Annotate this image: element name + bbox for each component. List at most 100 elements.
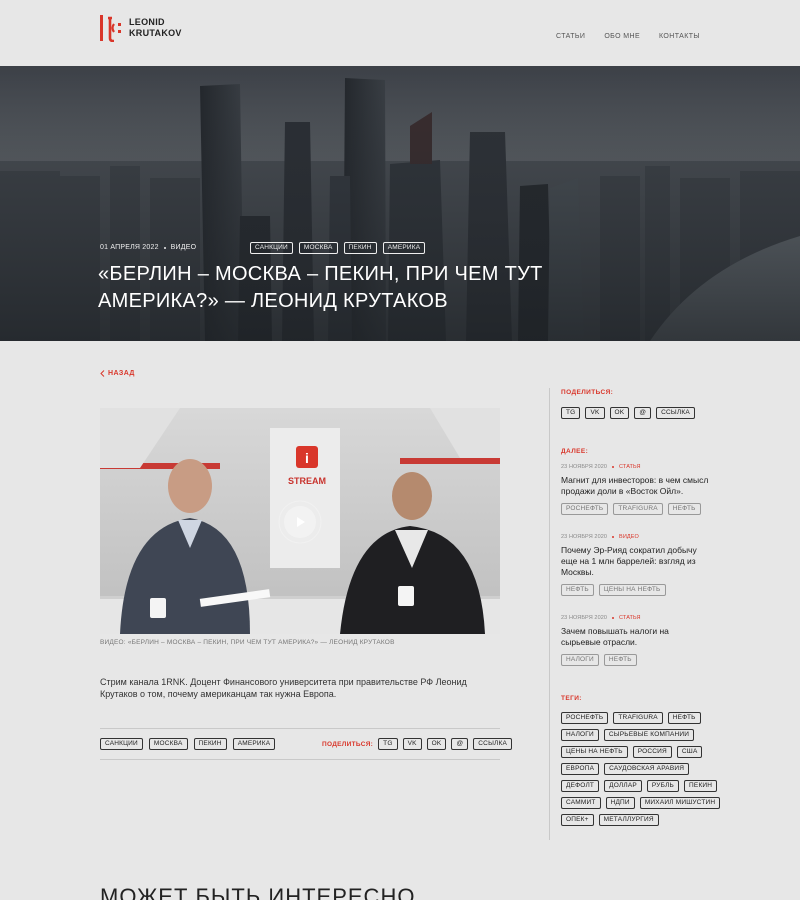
tag-cloud-item[interactable]: НЕФТЬ [667, 712, 701, 724]
site-logo[interactable]: LEONID KRUTAKOV [99, 14, 182, 42]
sidebar-article-meta: 23 НОЯБРЯ 2020 СТАТЬЯ [561, 464, 741, 470]
sidebar-share-buttons: TG VK OK @ ССЫЛКА [561, 407, 741, 419]
share-ok-button[interactable]: OK [609, 407, 630, 419]
chevron-left-icon [100, 370, 105, 377]
hero-banner: 01 АПРЕЛЯ 2022 ВИДЕО САНКЦИИ МОСКВА ПЕКИ… [0, 66, 800, 341]
sidebar-next-label: ДАЛЕЕ: [561, 448, 589, 455]
sidebar-article-tag[interactable]: НЕФТЬ [667, 503, 701, 515]
tag-cloud-item[interactable]: НАЛОГИ [561, 729, 599, 741]
tag-cloud-item[interactable]: САУДОВСКАЯ АРАВИЯ [604, 763, 690, 775]
divider [100, 728, 500, 729]
article-tag[interactable]: ПЕКИН [193, 738, 227, 750]
sidebar-article-type: СТАТЬЯ [619, 464, 641, 470]
sidebar-article-tag[interactable]: ЦЕНЫ НА НЕФТЬ [598, 584, 666, 596]
article-tag[interactable]: МОСКВА [148, 738, 188, 750]
share-vk-button[interactable]: VK [402, 738, 422, 750]
sidebar-article[interactable]: 23 НОЯБРЯ 2020 СТАТЬЯ Зачем повышать нал… [561, 615, 741, 666]
share-link-button[interactable]: ССЫЛКА [473, 738, 513, 750]
meta-separator-dot [612, 536, 615, 538]
tag-cloud-item[interactable]: РУБЛЬ [646, 780, 680, 792]
meta-separator-dot [612, 617, 615, 619]
sidebar-article-tag[interactable]: НАЛОГИ [561, 654, 599, 666]
sidebar-article-title[interactable]: Зачем повышать налоги на сырьевые отрасл… [561, 626, 691, 648]
tag-cloud-item[interactable]: ОПЕК+ [561, 814, 594, 826]
share-telegram-button[interactable]: TG [378, 738, 398, 750]
sidebar-article-tag[interactable]: TRAFIGURA [613, 503, 663, 515]
sidebar-share: ПОДЕЛИТЬСЯ: TG VK OK @ ССЫЛКА [561, 389, 741, 419]
main-nav: СТАТЬИ ОБО МНЕ КОНТАКТЫ [556, 33, 700, 40]
sidebar-article-title[interactable]: Почему Эр-Рияд сократил добычу еще на 1 … [561, 545, 711, 578]
share-vk-button[interactable]: VK [585, 407, 605, 419]
site-header: LEONID KRUTAKOV СТАТЬИ ОБО МНЕ КОНТАКТЫ [0, 0, 800, 66]
sidebar-article-date: 23 НОЯБРЯ 2020 [561, 615, 608, 621]
video-player[interactable]: i STREAM [100, 408, 500, 634]
tag-cloud-item[interactable]: ДОЛЛАР [604, 780, 642, 792]
share-link-button[interactable]: ССЫЛКА [656, 407, 695, 419]
tag-cloud-item[interactable]: РОСНЕФТЬ [561, 712, 609, 724]
sidebar-next: ДАЛЕЕ: [561, 448, 741, 455]
sidebar-article-type: СТАТЬЯ [619, 615, 641, 621]
meta-separator-dot [163, 246, 166, 249]
logo-line-1: LEONID [129, 17, 165, 27]
nav-about[interactable]: ОБО МНЕ [604, 33, 640, 40]
sidebar-article-tag[interactable]: НЕФТЬ [561, 584, 594, 596]
tag-cloud-item[interactable]: ЕВРОПА [561, 763, 600, 775]
sidebar-article[interactable]: 23 НОЯБРЯ 2020 ВИДЕО Почему Эр-Рияд сокр… [561, 534, 741, 596]
tag-cloud-item[interactable]: РОССИЯ [632, 746, 672, 758]
sidebar-article-tag[interactable]: РОСНЕФТЬ [561, 503, 609, 515]
back-link[interactable]: НАЗАД [100, 370, 135, 377]
sidebar-article-tags: НЕФТЬ ЦЕНЫ НА НЕФТЬ [561, 584, 741, 596]
tag-cloud-item[interactable]: САММИТ [561, 797, 601, 809]
share-email-button[interactable]: @ [451, 738, 469, 750]
tag-cloud-item[interactable]: ДЕФОЛТ [561, 780, 600, 792]
tag-cloud-item[interactable]: TRAFIGURA [613, 712, 663, 724]
share-ok-button[interactable]: OK [426, 738, 447, 750]
tag-cloud-item[interactable]: США [676, 746, 703, 758]
sidebar-article-type: ВИДЕО [619, 534, 639, 540]
play-button-icon[interactable] [278, 500, 322, 544]
article-tags: САНКЦИИ МОСКВА ПЕКИН АМЕРИКА [100, 738, 276, 750]
divider [100, 759, 500, 760]
sidebar-article-title[interactable]: Магнит для инвесторов: в чем смысл прода… [561, 475, 741, 497]
nav-contacts[interactable]: КОНТАКТЫ [659, 33, 700, 40]
page-title: «БЕРЛИН – МОСКВА – ПЕКИН, ПРИ ЧЕМ ТУТ АМ… [98, 263, 543, 312]
hero-tag[interactable]: АМЕРИКА [382, 242, 426, 254]
tag-cloud-item[interactable]: МИХАИЛ МИШУСТИН [639, 797, 721, 809]
hero-type: ВИДЕО [170, 244, 197, 251]
back-label: НАЗАД [108, 370, 135, 377]
nav-articles[interactable]: СТАТЬИ [556, 33, 585, 40]
article-tag[interactable]: САНКЦИИ [100, 738, 143, 750]
logo-mark-icon [100, 15, 121, 42]
hero-tag[interactable]: ПЕКИН [343, 242, 377, 254]
tag-cloud-item[interactable]: НДПИ [605, 797, 635, 809]
tag-cloud-item[interactable]: ПЕКИН [684, 780, 718, 792]
sidebar-article-meta: 23 НОЯБРЯ 2020 СТАТЬЯ [561, 615, 741, 621]
tag-cloud-item[interactable]: СЫРЬЕВЫЕ КОМПАНИИ [603, 729, 695, 741]
related-section-title: МОЖЕТ БЫТЬ ИНТЕРЕСНО [100, 884, 416, 900]
share-email-button[interactable]: @ [634, 407, 652, 419]
sidebar-article-date: 23 НОЯБРЯ 2020 [561, 534, 608, 540]
hero-tags: САНКЦИИ МОСКВА ПЕКИН АМЕРИКА [250, 242, 426, 254]
hero-tag[interactable]: САНКЦИИ [250, 242, 293, 254]
video-channel-logo: STREAM [288, 476, 326, 486]
meta-separator-dot [612, 466, 615, 468]
article-description: Стрим канала 1RNK. Доцент Финансового ун… [100, 677, 467, 699]
logo-line-2: KRUTAKOV [129, 28, 182, 38]
share-label: ПОДЕЛИТЬСЯ: [322, 740, 374, 748]
sidebar-article-tags: НАЛОГИ НЕФТЬ [561, 654, 741, 666]
share-bar: ПОДЕЛИТЬСЯ: TG VK OK @ ССЫЛКА [322, 738, 513, 750]
tag-cloud-item[interactable]: МЕТАЛЛУРГИЯ [598, 814, 659, 826]
hero-tag[interactable]: МОСКВА [298, 242, 338, 254]
sidebar-article-date: 23 НОЯБРЯ 2020 [561, 464, 608, 470]
article-tag[interactable]: АМЕРИКА [232, 738, 276, 750]
sidebar-tags: ТЕГИ: РОСНЕФТЬ TRAFIGURA НЕФТЬ НАЛОГИ СЫ… [561, 695, 741, 826]
tag-cloud-item[interactable]: ЦЕНЫ НА НЕФТЬ [561, 746, 628, 758]
svg-text:i: i [305, 450, 309, 466]
sidebar-tags-label: ТЕГИ: [561, 695, 582, 702]
sidebar-share-label: ПОДЕЛИТЬСЯ: [561, 389, 614, 396]
share-telegram-button[interactable]: TG [561, 407, 581, 419]
sidebar-article[interactable]: 23 НОЯБРЯ 2020 СТАТЬЯ Магнит для инвесто… [561, 464, 741, 515]
sidebar-article-tag[interactable]: НЕФТЬ [603, 654, 637, 666]
sidebar-divider [549, 388, 550, 840]
hero-meta: 01 АПРЕЛЯ 2022 ВИДЕО [100, 244, 196, 251]
